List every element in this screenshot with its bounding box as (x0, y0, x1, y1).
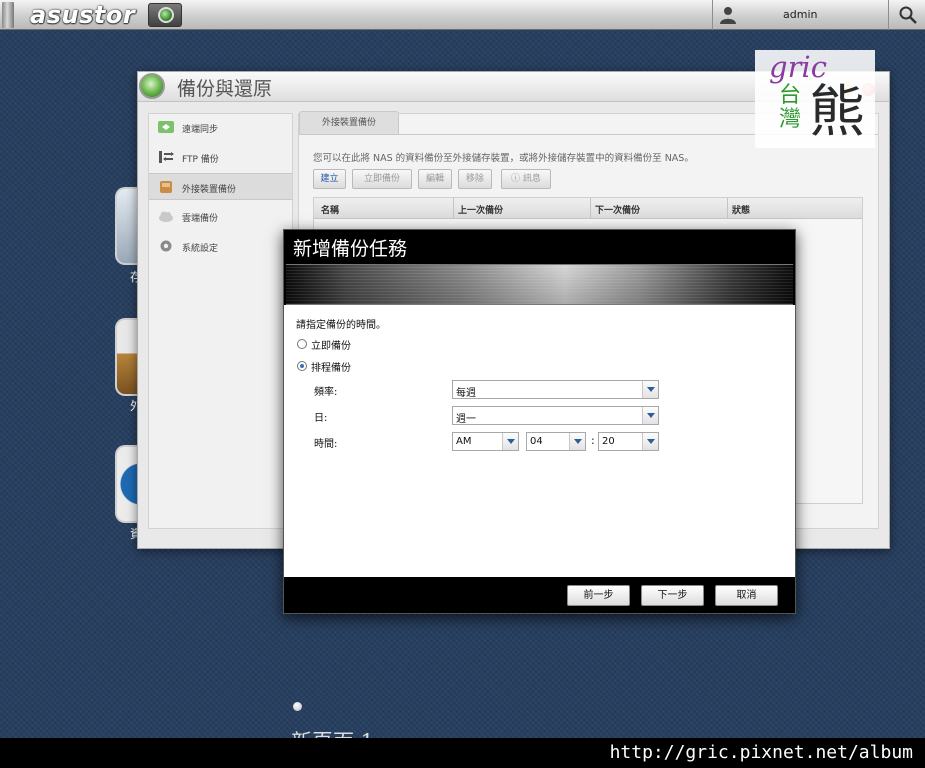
column-header-next-backup[interactable]: 下一次備份 (595, 203, 640, 216)
dialog-body: 請指定備份的時間。 立即備份 排程備份 頻率: 每週 日: 週一 時間: AM … (284, 305, 795, 577)
create-button[interactable]: 建立 (313, 169, 346, 189)
sidebar-item-system-settings[interactable]: 系統設定 (149, 233, 292, 260)
watermark-logo: gric 台 灣 熊 (755, 50, 875, 148)
sidebar-item-ftp-backup[interactable]: FTP 備份 (149, 144, 292, 171)
minute-select[interactable]: 20 (598, 432, 659, 451)
watermark-url: http://gric.pixnet.net/album (609, 742, 913, 763)
dialog-banner (286, 264, 793, 305)
sidebar-item-remote-sync[interactable]: 遠端同步 (149, 114, 292, 141)
column-divider (453, 198, 454, 218)
cloud-icon (159, 211, 173, 222)
day-label: 日: (314, 413, 328, 424)
backup-now-radio[interactable] (297, 339, 307, 349)
sidebar-item-label: FTP 備份 (182, 155, 219, 165)
page-indicator-dot[interactable] (293, 702, 302, 711)
next-button[interactable]: 下一步 (641, 585, 704, 606)
chevron-down-icon[interactable] (569, 433, 585, 450)
ftp-icon (159, 151, 174, 163)
remove-button[interactable]: 移除 (458, 169, 492, 189)
cancel-button[interactable]: 取消 (715, 585, 778, 606)
edit-button[interactable]: 編輯 (418, 169, 452, 189)
watermark-bear-text: 熊 (809, 80, 865, 145)
hour-select[interactable]: 04 (526, 432, 586, 451)
info-button[interactable]: ⓘ 訊息 (501, 169, 551, 189)
column-header-status[interactable]: 狀態 (732, 203, 750, 216)
top-bar: asustor admin (0, 0, 925, 30)
time-separator: : (591, 434, 595, 447)
info-button-label: 訊息 (522, 174, 541, 184)
external-drive-icon (160, 181, 172, 193)
ampm-value: AM (456, 436, 472, 447)
tab-external-backup[interactable]: 外接裝置備份 (299, 111, 399, 135)
username-label[interactable]: admin (783, 8, 817, 21)
frequency-value: 每週 (456, 388, 476, 399)
window-title: 備份與還原 (177, 78, 273, 100)
sidebar-item-label: 系統設定 (182, 244, 219, 254)
column-divider (590, 198, 591, 218)
time-label: 時間: (314, 439, 338, 450)
sidebar-item-cloud-backup[interactable]: 雲端備份 (149, 203, 292, 230)
schedule-prompt: 請指定備份的時間。 (296, 320, 386, 331)
add-backup-task-dialog: 新增備份任務 請指定備份的時間。 立即備份 排程備份 頻率: 每週 日: 週一 … (283, 229, 796, 614)
topbar-divider (888, 0, 889, 30)
scheduled-backup-radio[interactable] (297, 361, 307, 371)
sidebar-item-label: 遠端同步 (182, 125, 219, 135)
frequency-select[interactable]: 每週 (452, 380, 659, 399)
dialog-footer: 前一步 下一步 取消 (284, 577, 795, 613)
app-launcher-button[interactable] (148, 3, 182, 27)
backup-app-icon (139, 73, 165, 99)
backup-now-button[interactable]: 立即備份 (352, 169, 412, 189)
topbar-grip (2, 2, 14, 28)
description-text: 您可以在此將 NAS 的資料備份至外接儲存裝置，或將外接儲存裝置中的資料備份至 … (313, 153, 694, 164)
column-header-name[interactable]: 名稱 (321, 203, 339, 216)
sidebar-item-label: 雲端備份 (182, 214, 219, 224)
dialog-title: 新增備份任務 (293, 238, 408, 260)
user-icon[interactable] (718, 5, 738, 25)
asustor-logo: asustor (30, 1, 136, 29)
hour-value: 04 (530, 436, 543, 447)
launcher-icon (158, 7, 174, 23)
sync-icon (158, 121, 174, 133)
search-icon[interactable] (898, 5, 918, 25)
watermark-wan-text: 灣 (779, 107, 802, 132)
chevron-down-icon[interactable] (642, 381, 658, 398)
sidebar: 遠端同步 FTP 備份 外接裝置備份 雲端備份 系統設定 (148, 113, 293, 529)
info-icon: ⓘ (511, 174, 523, 184)
column-header-last-backup[interactable]: 上一次備份 (458, 203, 503, 216)
gear-icon (160, 240, 172, 252)
watermark-tai-text: 台 (779, 83, 802, 108)
sidebar-item-label: 外接裝置備份 (182, 185, 237, 195)
sidebar-item-external-backup[interactable]: 外接裝置備份 (149, 173, 292, 200)
chevron-down-icon[interactable] (642, 433, 658, 450)
backup-now-radio-label[interactable]: 立即備份 (311, 337, 351, 352)
day-select[interactable]: 週一 (452, 406, 659, 425)
column-divider (727, 198, 728, 218)
table-header: 名稱 上一次備份 下一次備份 狀態 (314, 198, 862, 219)
chevron-down-icon[interactable] (642, 407, 658, 424)
chevron-down-icon[interactable] (502, 433, 518, 450)
frequency-label: 頻率: (314, 387, 338, 398)
day-value: 週一 (456, 414, 476, 425)
ampm-select[interactable]: AM (452, 432, 519, 451)
minute-value: 20 (602, 436, 615, 447)
url-watermark-strip: http://gric.pixnet.net/album (0, 738, 925, 768)
watermark-gric-text: gric (769, 50, 827, 84)
scheduled-backup-radio-label[interactable]: 排程備份 (311, 359, 351, 374)
topbar-divider (712, 0, 713, 30)
back-button[interactable]: 前一步 (567, 585, 630, 606)
